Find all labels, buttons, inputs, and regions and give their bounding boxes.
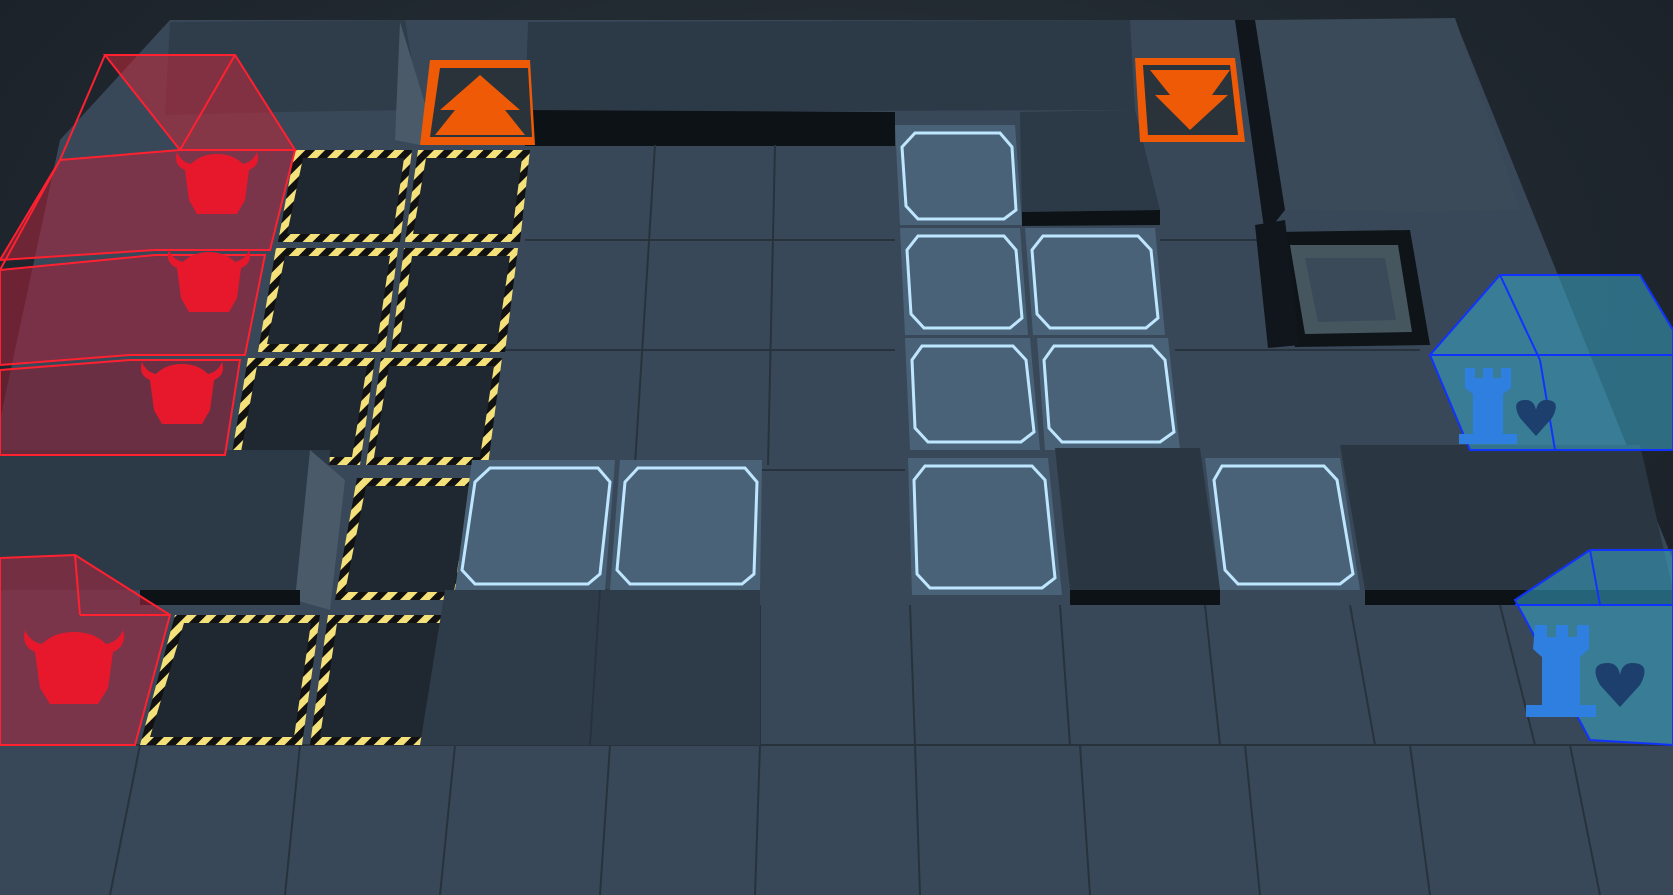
glow-tile[interactable] bbox=[610, 460, 762, 590]
glow-tile[interactable] bbox=[905, 338, 1040, 450]
glow-tile[interactable] bbox=[908, 458, 1062, 595]
glow-tile[interactable] bbox=[1205, 458, 1360, 590]
glow-tile[interactable] bbox=[900, 228, 1028, 335]
glow-tile[interactable] bbox=[455, 460, 615, 590]
ramp-up-tile[interactable] bbox=[420, 60, 535, 145]
hazard-tile[interactable] bbox=[391, 248, 518, 352]
game-board bbox=[0, 0, 1673, 895]
hazard-tile[interactable] bbox=[230, 358, 375, 465]
hole-tile[interactable] bbox=[1275, 230, 1430, 347]
hazard-tile[interactable] bbox=[366, 358, 502, 465]
glow-tile[interactable] bbox=[895, 125, 1022, 225]
hazard-tile[interactable] bbox=[258, 248, 398, 352]
glow-tile[interactable] bbox=[1025, 228, 1165, 335]
glow-tile[interactable] bbox=[1037, 338, 1180, 450]
hazard-tile[interactable] bbox=[278, 150, 412, 242]
hazard-tile[interactable] bbox=[405, 150, 530, 242]
ramp-down-tile[interactable] bbox=[1135, 58, 1245, 142]
